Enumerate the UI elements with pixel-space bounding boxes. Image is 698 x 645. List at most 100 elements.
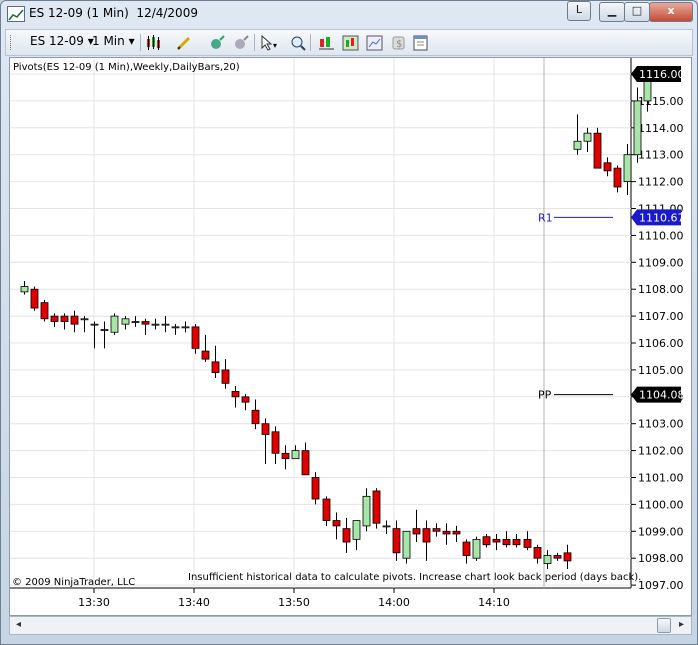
candle-body [402, 530, 411, 559]
candle-body [342, 528, 351, 543]
strategies-icon[interactable] [232, 35, 249, 51]
restore-tab-button[interactable]: L [567, 1, 591, 21]
candle-body [60, 315, 69, 322]
scroll-left-icon[interactable]: ◂ [11, 618, 26, 632]
candle-body [332, 520, 341, 527]
instrument-selector[interactable]: ES 12-09 ▾ [30, 34, 94, 48]
candle-body [20, 286, 29, 293]
candle-body [322, 498, 331, 521]
price-tick-label: 1112.00 [638, 176, 684, 189]
r1-price-marker: 1110.67 [639, 211, 685, 224]
candle-body [161, 323, 170, 326]
price-tick-label: 1106.00 [638, 337, 684, 350]
candle-body [181, 326, 190, 329]
chart-panel[interactable]: 13:30 13:40 13:50 14:00 14:10 1115.00 1114.00 1… [9, 57, 692, 616]
reset-icon[interactable]: $ [390, 35, 406, 51]
candle-body [623, 154, 632, 182]
drawing-tools-icon[interactable] [176, 35, 192, 51]
ninjatrader-chart-icon [7, 6, 25, 22]
scroll-right-icon[interactable]: ▸ [674, 618, 689, 632]
cursor-icon[interactable]: ▾ [260, 34, 277, 51]
scrollbar-thumb[interactable] [657, 618, 671, 633]
horizontal-scrollbar[interactable]: ◂ ▸ [9, 616, 692, 635]
candle-body [583, 132, 592, 142]
price-tick-label: 1102.00 [638, 445, 684, 458]
interval-label: 1 Min [92, 34, 125, 48]
price-tick-label: 1114.00 [638, 122, 684, 135]
candle-body [392, 528, 401, 554]
chevron-down-icon: ▾ [128, 34, 135, 48]
instrument-label: ES 12-09 [30, 34, 84, 48]
price-tick-label: 1113.00 [638, 149, 684, 162]
candle-body [70, 315, 79, 325]
candle-body [563, 552, 572, 562]
candle-body [201, 350, 210, 360]
candle-body [251, 409, 260, 425]
candle-body [241, 396, 250, 403]
bar-type-icon[interactable] [146, 35, 162, 51]
maximize-button[interactable]: □ [624, 2, 650, 22]
copyright-text: © 2009 NinjaTrader, LLC [12, 577, 135, 588]
candle-body [372, 490, 381, 524]
candle-body [90, 323, 99, 326]
price-tick-label: 1110.00 [638, 229, 684, 242]
candle-body [382, 525, 391, 528]
candle-body [352, 520, 361, 540]
zoom-icon[interactable] [290, 35, 306, 51]
candle-body [502, 538, 511, 546]
price-chart[interactable]: 13:30 13:40 13:50 14:00 14:101115.001114.001… [10, 58, 691, 615]
title-bar[interactable]: ES 12-09 (1 Min) 12/4/2009 L ▁ □ x [1, 1, 697, 27]
data-box-icon[interactable] [318, 35, 334, 51]
pp-price-marker: 1104.08 [639, 389, 685, 402]
print-icon[interactable] [412, 35, 428, 51]
toolbar-divider [310, 34, 311, 51]
price-tick-label: 1107.00 [638, 310, 684, 323]
candle-body [80, 318, 89, 321]
candle-body [151, 323, 160, 326]
candle-body [533, 547, 542, 559]
chart-window: ES 12-09 (1 Min) 12/4/2009 L ▁ □ x ES 12… [0, 0, 698, 645]
candle-body [110, 315, 119, 333]
r1-label: R1 [538, 211, 553, 224]
close-button[interactable]: x [649, 2, 693, 22]
svg-text:$: $ [396, 39, 402, 50]
candle-body [462, 541, 471, 556]
price-tick-label: 1100.00 [638, 498, 684, 511]
candle-body [261, 423, 270, 435]
candle-body [231, 391, 240, 398]
price-tick-label: 1099.00 [638, 525, 684, 538]
svg-text:▾: ▾ [273, 41, 277, 50]
time-tick-label: 14:10 [478, 596, 510, 609]
chart-style-icon[interactable] [342, 35, 359, 51]
price-tick-label: 1105.00 [638, 364, 684, 377]
time-tick-label: 13:30 [78, 596, 110, 609]
candle-body [523, 538, 532, 548]
time-tick-label: 13:50 [278, 596, 310, 609]
minimize-button[interactable]: ▁ [599, 2, 625, 22]
interval-selector[interactable]: 1 Min ▾ [92, 34, 135, 48]
candle-body [553, 555, 562, 559]
candle-body [121, 318, 130, 325]
candle-body [512, 538, 521, 546]
candle-body [603, 162, 612, 172]
candle-body [412, 528, 421, 535]
price-tick-label: 1098.00 [638, 552, 684, 565]
candle-body [543, 555, 552, 564]
candle-body [492, 538, 501, 543]
candle-body [191, 326, 200, 349]
toolbar-grip[interactable] [10, 35, 14, 50]
indicator-label: Pivots(ES 12-09 (1 Min),Weekly,DailyBars… [13, 62, 240, 73]
candle-body [593, 132, 602, 169]
candle-body [131, 321, 140, 323]
candle-body [442, 530, 451, 535]
properties-icon[interactable] [366, 35, 383, 51]
insufficient-data-message: Insufficient historical data to calculat… [188, 572, 641, 583]
price-tick-label: 1108.00 [638, 283, 684, 296]
price-tick-label: 1103.00 [638, 418, 684, 431]
price-tick-label: 1097.00 [638, 579, 684, 592]
candle-body [422, 528, 431, 543]
toolbar-divider [254, 34, 255, 51]
candle-body [291, 450, 300, 460]
indicators-icon[interactable] [208, 35, 225, 51]
candle-body [452, 530, 461, 535]
